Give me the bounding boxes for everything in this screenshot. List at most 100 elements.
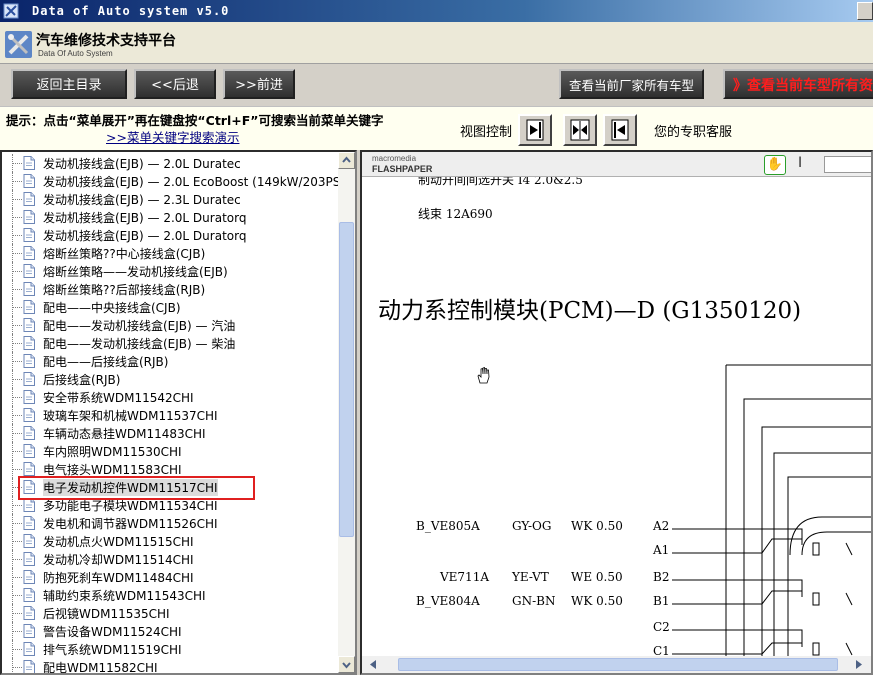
tree-connector [13, 289, 22, 290]
scroll-down-button[interactable] [338, 656, 355, 673]
signal-color: GN-BN [512, 594, 556, 608]
signal-pin: C2 [653, 620, 670, 634]
arrow-left-icon [611, 119, 629, 141]
tree-item-label: 发动机接线盒(EJB) — 2.3L Duratec [43, 193, 241, 207]
tree-item-label: 车辆动态悬挂WDM11483CHI [43, 427, 206, 441]
tree-item[interactable]: 发电机和调节器WDM11526CHI [2, 514, 338, 532]
tree-connector [13, 199, 22, 200]
wiring-diagram [672, 364, 871, 660]
tree-item[interactable]: 发动机冷却WDM11514CHI [2, 550, 338, 568]
text-select-icon[interactable]: I [798, 155, 802, 171]
tree-item[interactable]: 配电WDM11582CHI [2, 658, 338, 675]
tree-item[interactable]: 熔断丝策略??中心接线盒(CJB) [2, 244, 338, 262]
tree-connector [13, 217, 22, 218]
tree-item[interactable]: 车内照明WDM11530CHI [2, 442, 338, 460]
document-icon [23, 192, 35, 206]
tools-logo-icon [5, 31, 32, 58]
tree-item-label: 发动机点火WDM11515CHI [43, 535, 194, 549]
tree-item-label: 玻璃车架和机械WDM11537CHI [43, 409, 218, 423]
back-button[interactable]: <<后退 [134, 69, 216, 99]
tree-item[interactable]: 配电——发动机接线盒(EJB) — 汽油 [2, 316, 338, 334]
tree-item[interactable]: 玻璃车架和机械WDM11537CHI [2, 406, 338, 424]
signal-pin: B2 [653, 570, 670, 584]
document-hscrollbar[interactable] [362, 656, 871, 673]
scroll-up-button[interactable] [338, 152, 355, 169]
document-page: 制动开间间选开关 I4 2.0&2.5 线束 12A690 动力系控制模块(PC… [362, 177, 871, 660]
tree-connector [13, 469, 22, 470]
tree-item[interactable]: 发动机接线盒(EJB) — 2.0L EcoBoost (149kW/203PS [2, 172, 340, 190]
tree-item[interactable]: 排气系统WDM11519CHI [2, 640, 338, 658]
scroll-right-icon[interactable] [854, 659, 864, 670]
scroll-left-icon[interactable] [368, 659, 378, 670]
tree-connector [13, 415, 22, 416]
menu-tree: 发动机接线盒(EJB) — 2.0L Duratec 发动机接线盒(EJB) — … [2, 152, 340, 675]
signal-color: YE-VT [512, 570, 549, 584]
tree-item-label: 发动机接线盒(EJB) — 2.0L Duratorq [43, 229, 247, 243]
tree-item[interactable]: 车辆动态悬挂WDM11483CHI [2, 424, 338, 442]
tree-connector [13, 235, 22, 236]
document-icon [23, 174, 35, 188]
document-icon [23, 336, 35, 350]
tree-item-label: 后接线盒(RJB) [43, 373, 121, 387]
all-models-button[interactable]: 查看当前厂家所有车型 [559, 69, 704, 99]
tree-item[interactable]: 配电——中央接线盒(CJB) [2, 298, 338, 316]
signal-name: B_VE804A [416, 594, 480, 608]
tree-item[interactable]: 发动机接线盒(EJB) — 2.3L Duratec [2, 190, 338, 208]
signal-wire: WK 0.50 [571, 519, 623, 533]
signal-wire: WK 0.50 [571, 594, 623, 608]
tree-item[interactable]: 防抱死刹车WDM11484CHI [2, 568, 338, 586]
window-button[interactable] [857, 2, 873, 20]
document-icon [23, 552, 35, 566]
tree-item-label: 配电WDM11582CHI [43, 661, 158, 675]
tree-item[interactable]: 熔断丝策略??后部接线盒(RJB) [2, 280, 338, 298]
document-icon [23, 444, 35, 458]
tree-item-label: 发动机接线盒(EJB) — 2.0L Duratec [43, 157, 241, 171]
tree-connector [13, 163, 22, 164]
zoom-field[interactable] [824, 156, 871, 173]
scroll-thumb[interactable] [339, 222, 354, 537]
document-icon [23, 606, 35, 620]
tree-item[interactable]: 发动机接线盒(EJB) — 2.0L Duratec [2, 154, 338, 172]
tree-item[interactable]: 发动机接线盒(EJB) — 2.0L Duratorq [2, 208, 338, 226]
tree-item[interactable]: 配电——发动机接线盒(EJB) — 柴油 [2, 334, 338, 352]
title-bar: Data of Auto system v5.0 [0, 0, 873, 22]
window-title: Data of Auto system v5.0 [32, 4, 230, 18]
expand-left-button[interactable] [603, 114, 637, 146]
tree-connector [13, 559, 22, 560]
tree-item[interactable]: 辅助约束系统WDM11543CHI [2, 586, 338, 604]
tree-item-label: 发动机冷却WDM11514CHI [43, 553, 194, 567]
split-view-button[interactable] [563, 114, 597, 146]
tree-item-label: 排气系统WDM11519CHI [43, 643, 182, 657]
tree-connector [13, 505, 22, 506]
document-icon [23, 228, 35, 242]
hscroll-thumb[interactable] [398, 658, 838, 671]
document-icon [23, 264, 35, 278]
tree-item[interactable]: 安全带系统WDM11542CHI [2, 388, 338, 406]
tree-connector [13, 397, 22, 398]
tree-item[interactable]: 配电——后接线盒(RJB) [2, 352, 338, 370]
tree-connector [13, 181, 22, 182]
tree-item[interactable]: 发动机接线盒(EJB) — 2.0L Duratorq [2, 226, 338, 244]
document-icon [23, 246, 35, 260]
tree-connector [13, 379, 22, 380]
tree-item-label: 熔断丝策略??后部接线盒(RJB) [43, 283, 206, 297]
tree-connector [13, 631, 22, 632]
forward-button[interactable]: >>前进 [223, 69, 295, 99]
search-demo-link[interactable]: >>菜单关键字搜索演示 [106, 127, 239, 146]
tree-scrollbar[interactable] [338, 152, 355, 673]
current-model-button[interactable]: 》查看当前车型所有资 [723, 69, 873, 99]
tree-item[interactable]: 发动机点火WDM11515CHI [2, 532, 338, 550]
tree-item[interactable]: 后视镜WDM11535CHI [2, 604, 338, 622]
tree-item-label: 后视镜WDM11535CHI [43, 607, 170, 621]
tree-item-label: 配电——后接线盒(RJB) [43, 355, 169, 369]
tree-item[interactable]: 警告设备WDM11524CHI [2, 622, 338, 640]
tree-connector [13, 523, 22, 524]
split-arrows-icon [570, 119, 590, 141]
document-icon [23, 318, 35, 332]
hand-tool-icon[interactable]: ✋ [764, 155, 786, 175]
expand-right-button[interactable] [518, 114, 552, 146]
tree-item[interactable]: 熔断丝策略——发动机接线盒(EJB) [2, 262, 338, 280]
back-to-main-button[interactable]: 返回主目录 [11, 69, 127, 99]
document-icon [23, 156, 35, 170]
tree-item[interactable]: 后接线盒(RJB) [2, 370, 338, 388]
